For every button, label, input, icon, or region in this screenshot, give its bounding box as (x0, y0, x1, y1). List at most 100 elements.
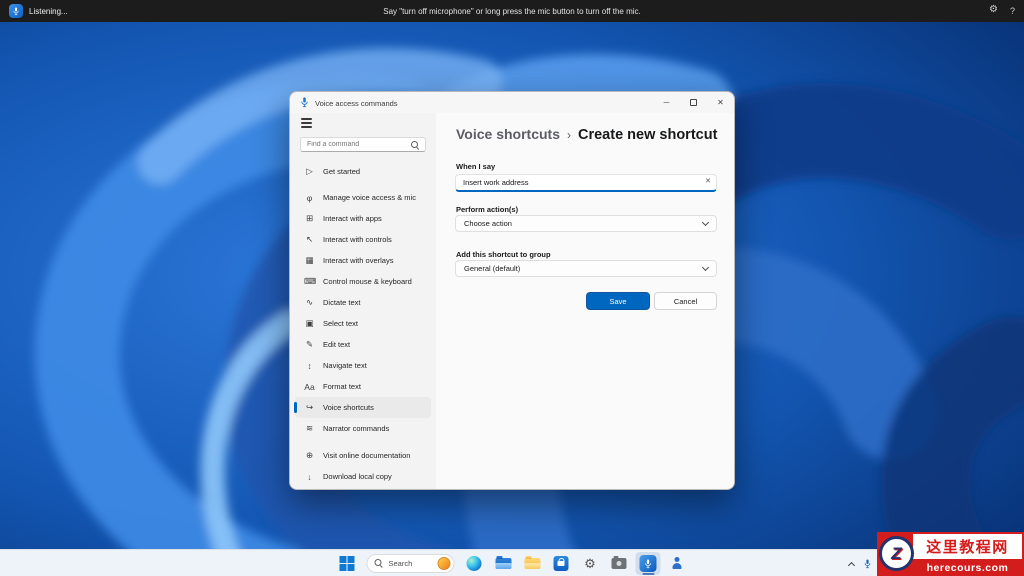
voice-access-bar: Listening... Say "turn off microphone" o… (0, 0, 1024, 22)
windows-logo-icon (339, 556, 355, 571)
taskbar-camera[interactable] (607, 552, 632, 575)
sidebar-item-edit-text[interactable]: ✎ Edit text (295, 334, 431, 355)
window-title: Voice access commands (315, 99, 398, 108)
when-i-say-field: ✕ (455, 172, 717, 192)
minimize-button[interactable]: ─ (653, 92, 680, 113)
sidebar-item-label: Download local copy (323, 472, 392, 481)
sidebar-item-get-started[interactable]: ▷ Get started (295, 161, 431, 182)
help-icon[interactable]: ? (1010, 6, 1015, 16)
taskbar-folder[interactable] (520, 552, 545, 575)
sidebar-item-control-mouse-and-keyboard[interactable]: ⌨ Control mouse & keyboard (295, 271, 431, 292)
breadcrumb-voice-shortcuts[interactable]: Voice shortcuts (456, 126, 560, 142)
sidebar-item-icon: ⊞ (305, 213, 314, 223)
sidebar-item-icon: Aa (304, 381, 315, 392)
sidebar-item-label: Control mouse & keyboard (323, 277, 412, 286)
gear-icon: ⚙ (584, 556, 596, 571)
sidebar-item-select-text[interactable]: ▣ Select text (295, 313, 431, 334)
tray-microphone-icon[interactable] (863, 559, 872, 569)
sidebar-item-dictate-text[interactable]: ∿ Dictate text (295, 292, 431, 313)
shortcut-group-label: Add this shortcut to group (456, 250, 551, 259)
group-dropdown[interactable]: General (default) (455, 260, 717, 277)
sidebar-item-icon: ▦ (305, 255, 314, 265)
sidebar-item-label: Narrator commands (323, 424, 390, 433)
hamburger-menu-icon[interactable] (301, 122, 312, 124)
window-controls: ─ ✕ (653, 92, 734, 113)
save-button[interactable]: Save (586, 292, 650, 310)
settings-gear-icon[interactable]: ⚙ (989, 5, 998, 15)
people-icon (670, 557, 685, 570)
sidebar-item-label: Navigate text (323, 361, 367, 370)
close-button[interactable]: ✕ (707, 92, 734, 113)
sidebar-item-icon: ⌨ (304, 276, 317, 286)
sidebar-item-label: Interact with controls (323, 235, 392, 244)
clear-input-icon[interactable]: ✕ (705, 177, 711, 185)
tray-overflow-chevron-icon[interactable] (847, 561, 856, 569)
when-i-say-input[interactable] (455, 174, 717, 192)
sidebar-item-interact-with-overlays[interactable]: ▦ Interact with overlays (295, 250, 431, 271)
page-title: Create new shortcut (578, 127, 718, 143)
voice-access-commands-window: Voice access commands ─ ✕ ▷ Get st (289, 91, 735, 490)
folder-icon (524, 555, 540, 569)
choose-action-dropdown[interactable]: Choose action (455, 215, 717, 232)
start-button[interactable] (335, 552, 360, 575)
search-icon (374, 559, 384, 568)
edge-icon (466, 556, 482, 571)
watermark-site-url: herecours.com (926, 561, 1009, 574)
sidebar-item-interact-with-apps[interactable]: ⊞ Interact with apps (295, 208, 431, 229)
sidebar-item-interact-with-controls[interactable]: ↖ Interact with controls (295, 229, 431, 250)
when-i-say-label: When I say (456, 162, 496, 171)
taskbar-file-explorer[interactable] (491, 552, 516, 575)
taskbar-edge-icon[interactable] (462, 552, 487, 575)
file-explorer-icon (495, 555, 511, 569)
sidebar-item-label: Voice shortcuts (323, 403, 374, 412)
sidebar-item-narrator-commands[interactable]: ≋ Narrator commands (295, 418, 431, 439)
sidebar-item-label: Edit text (323, 340, 351, 349)
cancel-button[interactable]: Cancel (654, 292, 717, 310)
sidebar-item-format-text[interactable]: Aa Format text (295, 376, 431, 397)
sidebar: ▷ Get started φ Manage voice access & mi… (290, 113, 436, 489)
breadcrumb-separator: › (567, 128, 571, 142)
voice-access-icon (639, 555, 657, 572)
taskbar-voice-access[interactable] (635, 552, 661, 575)
sidebar-item-icon: φ (306, 192, 313, 203)
choose-action-value: Choose action (464, 219, 512, 228)
taskbar-center-group: Search ⚙ (335, 551, 690, 576)
search-icon (411, 141, 420, 150)
taskbar: Search ⚙ (0, 549, 1024, 576)
sidebar-item-label: Select text (323, 319, 359, 328)
taskbar-search[interactable]: Search (366, 554, 455, 573)
voice-hint-text: Say "turn off microphone" or long press … (383, 7, 641, 16)
command-search-input[interactable] (301, 138, 425, 151)
sidebar-item-voice-shortcuts[interactable]: ↪ Voice shortcuts (294, 397, 431, 418)
taskbar-store[interactable] (549, 552, 574, 575)
sidebar-item-icon: ↖ (305, 234, 314, 244)
sidebar-nav: ▷ Get started φ Manage voice access & mi… (290, 161, 436, 439)
maximize-button[interactable] (680, 92, 707, 113)
screen: Listening... Say "turn off microphone" o… (0, 0, 1024, 576)
window-titlebar[interactable]: Voice access commands ─ ✕ (290, 92, 734, 113)
sidebar-item-manage-voice-access-and-mic[interactable]: φ Manage voice access & mic (295, 187, 431, 208)
sidebar-item-icon: ✎ (305, 339, 314, 349)
command-search-box (300, 137, 426, 152)
taskbar-search-label: Search (388, 559, 413, 568)
sidebar-item-icon: ↓ (307, 471, 312, 482)
taskbar-people[interactable] (665, 552, 690, 575)
watermark: 这里教程网 herecours.com Z (877, 532, 1024, 576)
camera-icon (611, 556, 627, 569)
store-icon (553, 556, 569, 571)
taskbar-settings[interactable]: ⚙ (578, 552, 603, 575)
system-tray (847, 550, 872, 576)
visual-search-icon[interactable] (437, 557, 451, 570)
sidebar-item-label: Interact with overlays (323, 256, 394, 265)
sidebar-item-icon: ↕ (307, 360, 312, 371)
perform-actions-label: Perform action(s) (456, 205, 519, 214)
sidebar-item-download-local-copy[interactable]: ↓ Download local copy (295, 466, 431, 487)
sidebar-item-navigate-text[interactable]: ↕ Navigate text (295, 355, 431, 376)
watermark-logo-letter: Z (891, 543, 902, 563)
watermark-site-name: 这里教程网 (926, 539, 1009, 556)
sidebar-item-icon: ↪ (305, 402, 314, 412)
sidebar-item-icon: ▣ (305, 318, 314, 328)
sidebar-item-visit-online-documentation[interactable]: ⊕ Visit online documentation (295, 445, 431, 466)
sidebar-item-label: Format text (323, 382, 361, 391)
group-value: General (default) (464, 264, 521, 273)
